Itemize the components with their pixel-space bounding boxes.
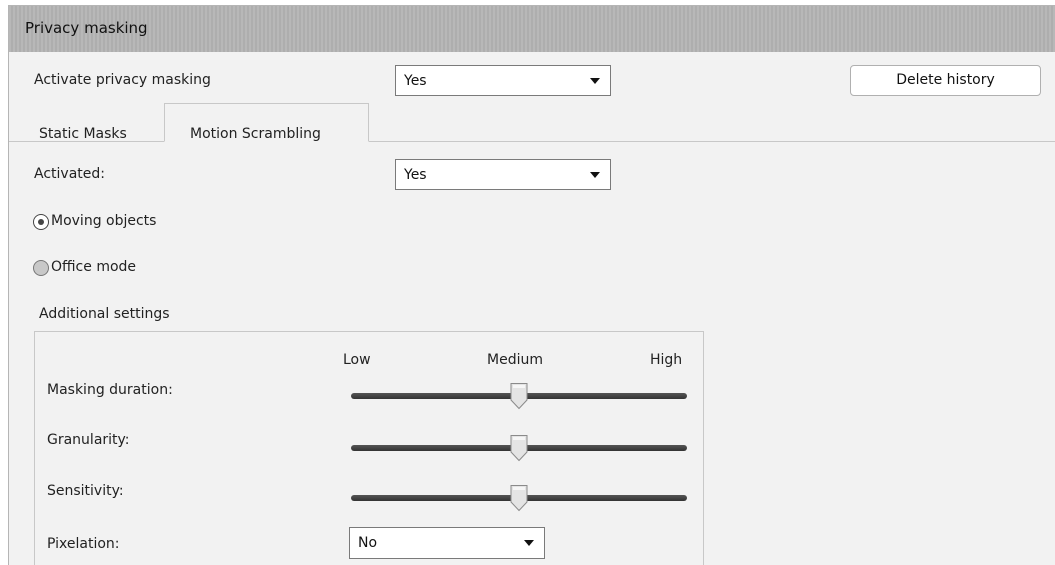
moving-objects-label: Moving objects (51, 213, 157, 229)
additional-settings-title: Additional settings (39, 306, 170, 322)
tab-static-masks-label: Static Masks (39, 126, 127, 142)
panel-header: Privacy masking (9, 6, 1055, 52)
activated-dropdown[interactable]: Yes (395, 159, 611, 190)
office-mode-radio[interactable] (33, 260, 49, 276)
granularity-label: Granularity: (47, 432, 130, 448)
scale-medium-label: Medium (487, 352, 543, 368)
activate-privacy-masking-label: Activate privacy masking (34, 72, 211, 88)
chevron-down-icon (590, 171, 600, 178)
activate-privacy-masking-dropdown[interactable]: Yes (395, 65, 611, 96)
chevron-down-icon (524, 540, 534, 546)
panel-title: Privacy masking (25, 19, 148, 37)
tab-static-masks[interactable]: Static Masks (23, 109, 165, 142)
tab-motion-scrambling[interactable]: Motion Scrambling (164, 103, 369, 142)
moving-objects-radio[interactable] (33, 214, 49, 230)
scale-high-label: High (650, 352, 683, 368)
granularity-slider-thumb[interactable] (509, 434, 529, 462)
activate-privacy-masking-value: Yes (404, 72, 427, 89)
office-mode-label: Office mode (51, 259, 137, 275)
activated-label: Activated: (34, 166, 105, 182)
activated-value: Yes (404, 166, 427, 183)
privacy-masking-panel: Privacy masking Activate privacy masking… (8, 5, 1055, 565)
delete-history-button[interactable]: Delete history (850, 65, 1041, 96)
masking-duration-label: Masking duration: (47, 382, 173, 398)
pixelation-dropdown[interactable]: No (349, 527, 545, 559)
tab-motion-scrambling-label: Motion Scrambling (190, 126, 321, 142)
sensitivity-label: Sensitivity: (47, 483, 124, 499)
pixelation-value: No (358, 535, 378, 551)
scale-low-label: Low (343, 352, 371, 368)
sensitivity-slider-thumb[interactable] (509, 484, 529, 512)
masking-duration-slider-thumb[interactable] (509, 382, 529, 410)
pixelation-label: Pixelation: (47, 536, 120, 552)
chevron-down-icon (590, 77, 600, 84)
